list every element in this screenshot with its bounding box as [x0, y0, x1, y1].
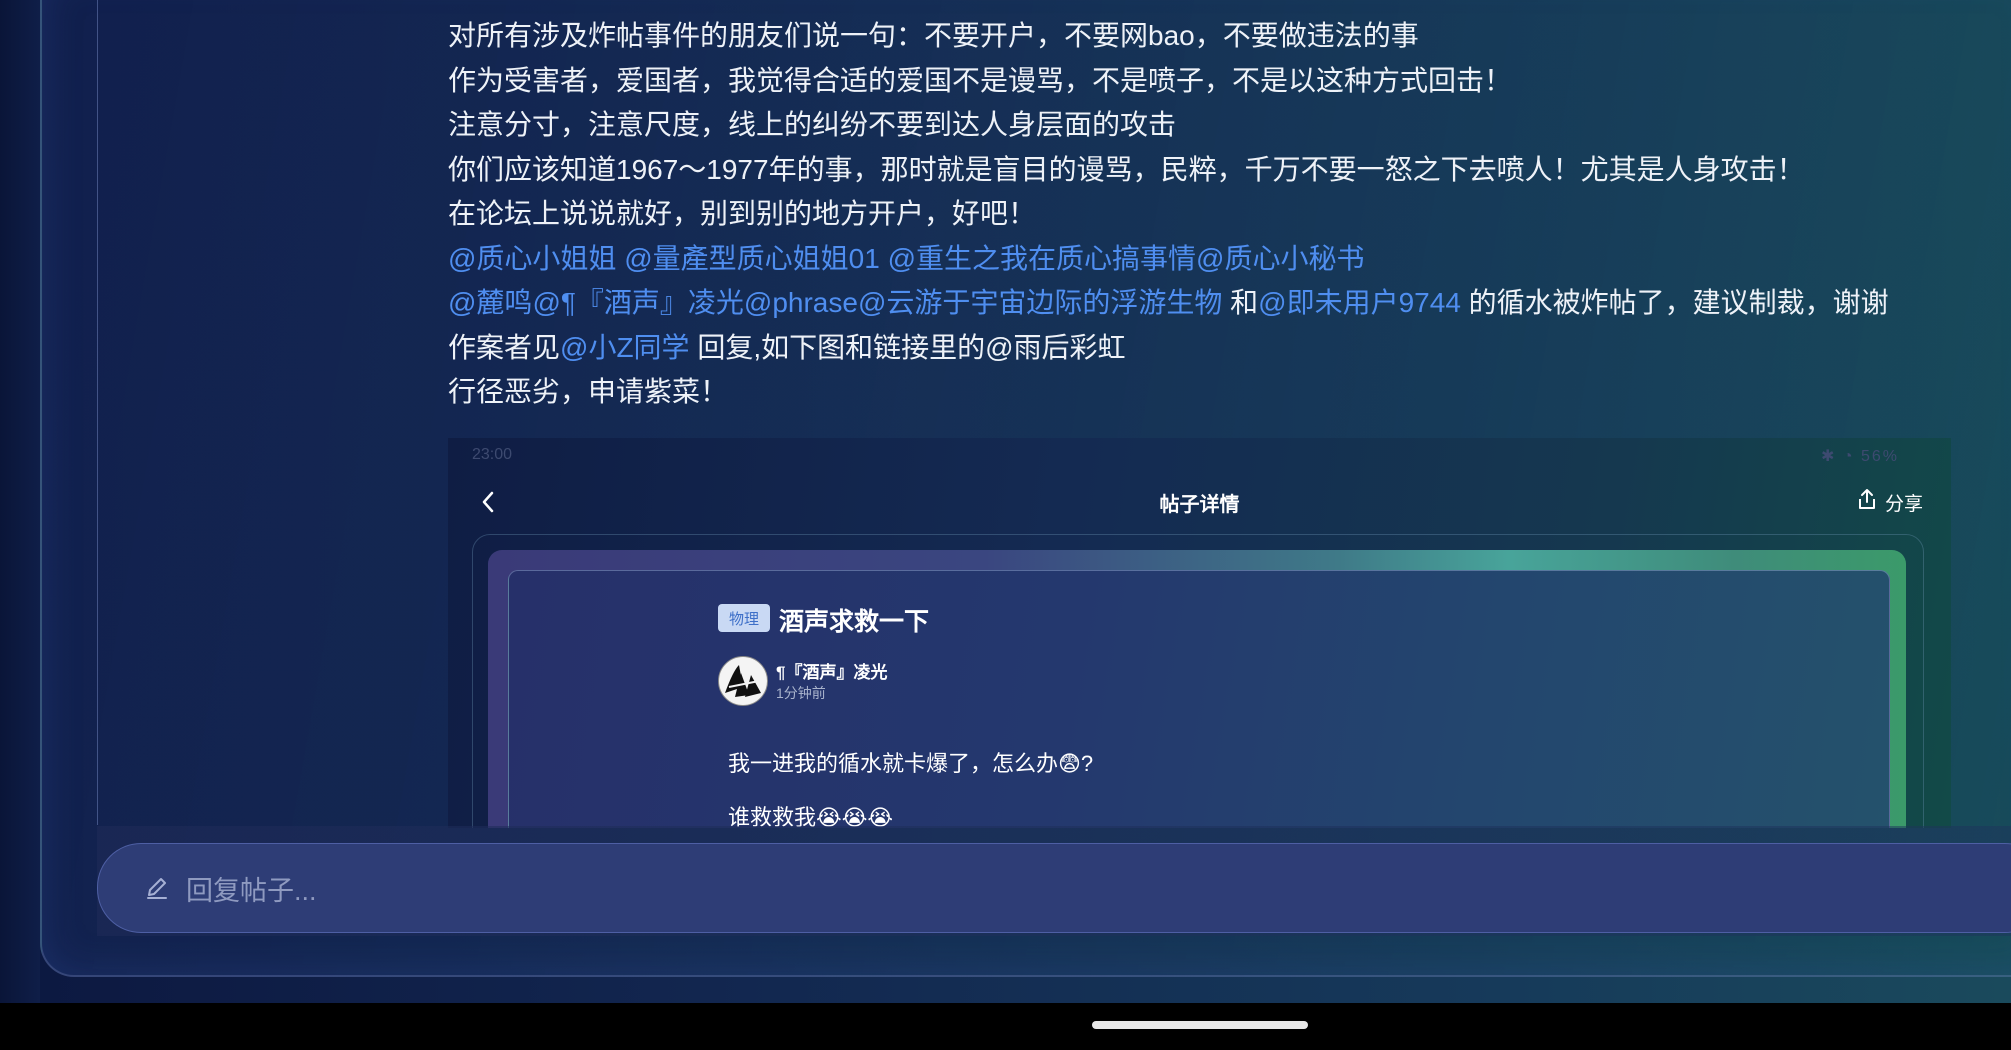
- status-time: 23:00: [472, 446, 513, 463]
- divider: [97, 0, 98, 825]
- status-icons: ✱ ◔ 56%: [1821, 448, 1899, 465]
- home-indicator[interactable]: [1092, 1021, 1308, 1029]
- reply-input[interactable]: 回复帖子...: [97, 843, 2011, 933]
- mention-link[interactable]: @phrase: [744, 287, 858, 318]
- avatar: [718, 656, 768, 706]
- mention-link[interactable]: @麓鸣: [448, 287, 532, 318]
- mention-link[interactable]: @质心小姐姐: [448, 243, 616, 274]
- post-line: 对所有涉及炸帖事件的朋友们说一句：不要开户，不要网bao，不要做违法的事: [448, 20, 1419, 51]
- post-title: 酒声求救一下: [779, 608, 930, 636]
- subject-tag: 物理: [718, 604, 770, 632]
- mention-link[interactable]: @重生之我在质心搞事情: [888, 243, 1196, 274]
- post-text: 和: [1222, 287, 1259, 318]
- system-nav-bar: [0, 1003, 2011, 1050]
- reply-placeholder: 回复帖子...: [186, 875, 317, 906]
- post-line: 作案者见@小Z同学 回复,如下图和链接里的@雨后彩虹: [448, 326, 1968, 371]
- left-edge: [0, 0, 40, 1003]
- post-content: 谁救救我😭😭😭: [728, 805, 894, 828]
- post-line: 注意分寸，注意尺度，线上的纠纷不要到达人身层面的攻击: [448, 109, 1177, 140]
- timestamp: 1分钟前: [776, 685, 826, 701]
- embedded-screenshot[interactable]: 23:00 ✱ ◔ 56% 帖子详情 分享 物理 酒声求救一下 ¶『酒声』凌光: [448, 438, 1951, 828]
- mention-link[interactable]: @¶『酒声』凌光: [532, 287, 743, 318]
- post-line: 作为受害者，爱国者，我觉得合适的爱国不是谩骂，不是喷子，不是以这种方式回击！: [448, 64, 1513, 96]
- mention-link[interactable]: @量產型质心姐姐01: [624, 243, 880, 274]
- share-button: 分享: [1857, 488, 1923, 516]
- post-card-inner: [508, 570, 1890, 828]
- app-frame: 对所有涉及炸帖事件的朋友们说一句：不要开户，不要网bao，不要做违法的事 作为受…: [0, 0, 2011, 1003]
- post-line: 你们应该知道1967～1977年的事，那时就是盲目的谩骂，民粹，千万不要一怒之下…: [448, 153, 1805, 185]
- post-line: 在论坛上说说就好，别到别的地方开户，好吧！: [448, 198, 1037, 229]
- mention-link[interactable]: @质心小秘书: [1196, 243, 1364, 274]
- mentions-line: @质心小姐姐 @量產型质心姐姐01 @重生之我在质心搞事情@质心小秘书: [448, 237, 1968, 282]
- share-icon: [1857, 488, 1877, 516]
- username: ¶『酒声』凌光: [776, 663, 888, 682]
- mention-link[interactable]: @即未用户9744: [1258, 287, 1461, 318]
- post-text: 回复,如下图和链接里的@雨后彩虹: [689, 331, 1126, 363]
- mention-link[interactable]: @小Z同学: [560, 332, 690, 363]
- post-text: 作案者见: [448, 331, 561, 363]
- page-title: 帖子详情: [1159, 494, 1240, 516]
- post-content: 我一进我的循水就卡爆了，怎么办😨?: [728, 751, 1094, 776]
- post-body: 对所有涉及炸帖事件的朋友们说一句：不要开户，不要网bao，不要做违法的事 作为受…: [448, 14, 1968, 415]
- pencil-icon: [142, 873, 172, 903]
- post-text: 的循水被炸帖了，建议制裁，谢谢: [1460, 287, 1889, 318]
- post-line: @麓鸣@¶『酒声』凌光@phrase@云游于宇宙边际的浮游生物 和@即未用户97…: [448, 281, 1968, 326]
- mention-link[interactable]: @云游于宇宙边际的浮游生物: [858, 287, 1222, 318]
- post-line: 行径恶劣，申请紫菜！: [448, 376, 729, 407]
- share-label: 分享: [1884, 493, 1923, 515]
